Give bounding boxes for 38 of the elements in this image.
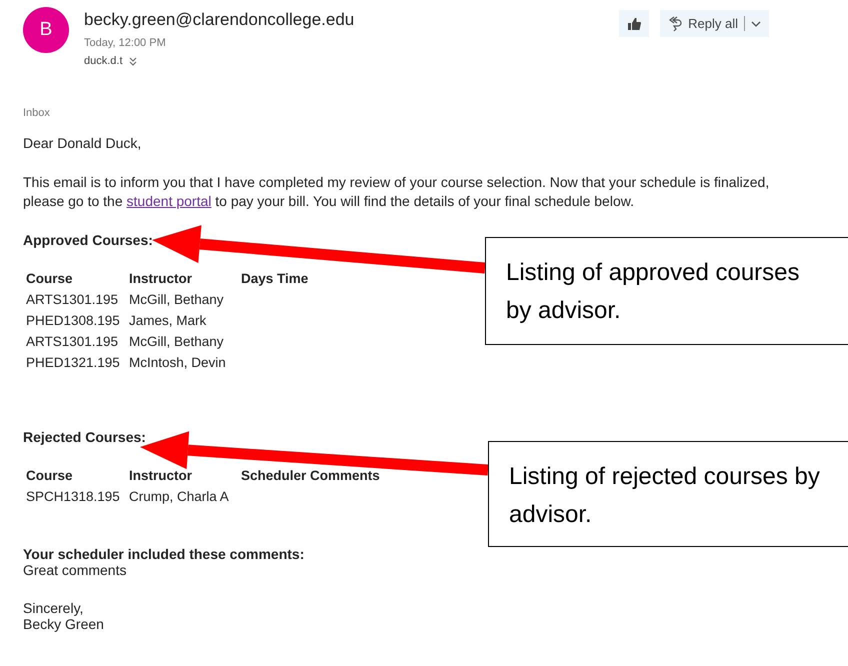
column-header: Instructor <box>129 271 194 286</box>
table-cell-text: Crump, Charla A <box>129 489 230 504</box>
closing: Sincerely, <box>23 600 84 616</box>
section-heading: Approved Courses: <box>23 232 154 248</box>
column-header: Days Time <box>241 271 310 286</box>
sent-time: Today, 12:00 PM <box>84 37 167 49</box>
table-cell-text: SPCH1318.195 <box>26 489 121 504</box>
expand-icon[interactable] <box>128 56 137 66</box>
folder-label: Inbox <box>23 107 51 119</box>
table-cell-text: PHED1308.195 <box>26 313 121 328</box>
avatar: B <box>23 7 69 53</box>
callout-text: Listing of rejected courses by advisor. <box>509 462 821 530</box>
like-button[interactable] <box>619 10 650 37</box>
student-portal-link[interactable]: student portal <box>126 193 212 209</box>
table-cell-text: James, Mark <box>129 313 208 328</box>
table-cell-text: McIntosh, Devin <box>129 355 227 370</box>
table-cell-text: ARTS1301.195 <box>26 334 120 349</box>
reply-all-icon <box>668 16 682 32</box>
recipient-name: duck.d.t <box>84 55 123 67</box>
column-header: Scheduler Comments <box>241 468 381 483</box>
section-heading: Rejected Courses: <box>23 429 147 445</box>
table-cell-text: PHED1321.195 <box>26 355 121 370</box>
thumbs-up-icon <box>628 18 641 30</box>
table-cell-text: McGill, Bethany <box>129 292 225 307</box>
column-header: Instructor <box>129 468 194 483</box>
caret-icon <box>751 20 761 26</box>
comments-heading: Your scheduler included these comments: <box>23 546 306 562</box>
message-paragraph: This email is to inform you that I have completed my review of your course selection. Now that your schedule is finalized, please go to the student portal to pay your bill. You will find the details of your final schedule below. <box>23 173 770 211</box>
comments-text: Great comments <box>23 562 128 578</box>
reply-all-button[interactable]: Reply all <box>660 10 769 37</box>
signature: Becky Green <box>23 616 105 632</box>
column-header: Course <box>26 468 74 483</box>
callout-text: Listing of approved courses by advisor. <box>506 258 801 326</box>
table-cell-text: ARTS1301.195 <box>26 292 120 307</box>
table-cell-text: McGill, Bethany <box>129 334 225 349</box>
greeting: Dear Donald Duck, <box>23 135 142 151</box>
sender-address: becky.green@clarendoncollege.edu <box>84 9 356 31</box>
column-header: Course <box>26 271 74 286</box>
